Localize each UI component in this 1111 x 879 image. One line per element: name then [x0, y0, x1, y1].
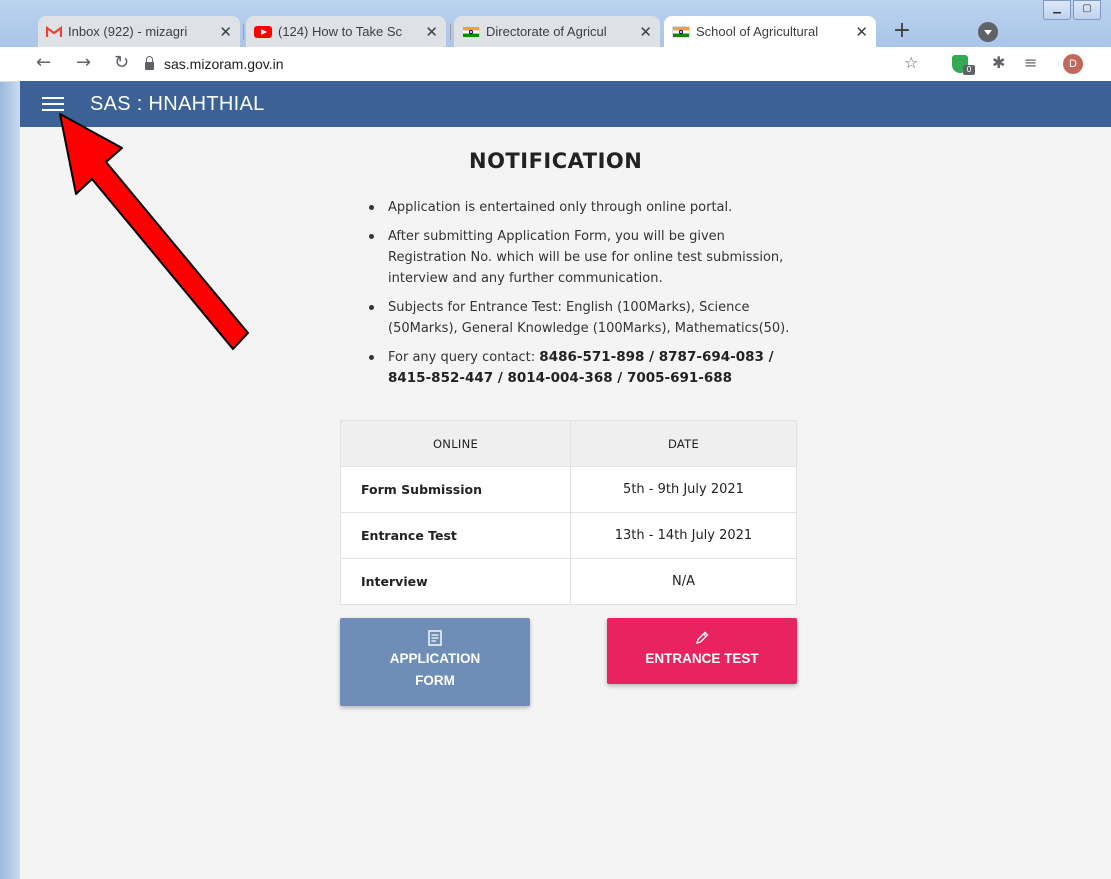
- window-controls: ▁ ▢: [1041, 0, 1101, 20]
- lock-icon[interactable]: [145, 56, 154, 70]
- column-header-online: ONLINE: [340, 420, 571, 467]
- new-tab-button[interactable]: +: [888, 18, 916, 46]
- tab-directorate[interactable]: Directorate of Agricul ✕: [454, 16, 660, 47]
- tab-title: Inbox (922) - mizagri: [68, 24, 188, 39]
- list-item-contact: For any query contact: 8486-571-898 / 87…: [365, 347, 805, 389]
- tab-school-agricultural[interactable]: School of Agricultural ✕: [664, 16, 876, 47]
- table-row: Entrance Test 13th - 14th July 2021: [340, 512, 797, 559]
- close-tab-icon[interactable]: ✕: [855, 23, 868, 41]
- row-date: N/A: [570, 558, 797, 605]
- close-tab-icon[interactable]: ✕: [425, 23, 438, 41]
- list-item: Application is entertained only through …: [365, 197, 805, 218]
- tab-search-icon[interactable]: [978, 22, 998, 42]
- youtube-icon: [254, 25, 272, 38]
- tab-title: Directorate of Agricul: [486, 24, 607, 39]
- india-flag-icon: [672, 25, 690, 38]
- close-tab-icon[interactable]: ✕: [639, 23, 652, 41]
- tab-separator: [450, 24, 451, 40]
- tab-separator: [243, 24, 244, 40]
- url-text[interactable]: sas.mizoram.gov.in: [164, 56, 284, 72]
- india-flag-icon: [462, 25, 480, 38]
- tab-gmail[interactable]: Inbox (922) - mizagri ✕: [38, 16, 240, 47]
- red-arrow-annotation: [59, 113, 249, 350]
- row-date: 13th - 14th July 2021: [570, 512, 797, 559]
- media-queue-icon[interactable]: ≡: [1024, 53, 1037, 72]
- close-tab-icon[interactable]: ✕: [219, 23, 232, 41]
- table-header-row: ONLINE DATE: [340, 420, 797, 467]
- tab-youtube[interactable]: (124) How to Take Sc ✕: [246, 16, 446, 47]
- minimize-icon[interactable]: ▁: [1043, 0, 1071, 20]
- row-label: Entrance Test: [340, 512, 571, 559]
- column-header-date: DATE: [570, 420, 797, 467]
- list-item: After submitting Application Form, you w…: [365, 226, 805, 289]
- pen-icon: [695, 631, 709, 645]
- extensions-puzzle-icon[interactable]: ✱: [992, 53, 1005, 72]
- back-icon[interactable]: ←: [36, 52, 51, 73]
- extension-badge: 0: [963, 65, 975, 75]
- bookmark-star-icon[interactable]: ☆: [904, 53, 918, 72]
- tab-title: (124) How to Take Sc: [278, 24, 403, 39]
- contact-prefix: For any query contact:: [388, 350, 540, 365]
- table-row: Interview N/A: [340, 558, 797, 605]
- forward-icon[interactable]: →: [76, 52, 91, 73]
- browser-toolbar: ← → ↻ sas.mizoram.gov.in ☆ 0 ✱ ≡ D: [0, 47, 1111, 82]
- form-document-icon: [428, 630, 442, 646]
- os-window-edge: [0, 0, 20, 879]
- notification-list: Application is entertained only through …: [365, 197, 805, 397]
- tab-title: School of Agricultural: [696, 24, 819, 39]
- schedule-table: ONLINE DATE Form Submission 5th - 9th Ju…: [340, 420, 797, 605]
- browser-tabstrip: Inbox (922) - mizagri ✕ (124) How to Tak…: [0, 0, 1111, 47]
- button-label: FORM: [415, 673, 455, 688]
- table-row: Form Submission 5th - 9th July 2021: [340, 466, 797, 513]
- row-label: Interview: [340, 558, 571, 605]
- row-label: Form Submission: [340, 466, 571, 513]
- button-label: ENTRANCE TEST: [645, 651, 759, 666]
- button-label: APPLICATION: [389, 651, 481, 666]
- notification-heading: NOTIFICATION: [469, 149, 643, 173]
- gmail-icon: [46, 25, 62, 37]
- address-bar[interactable]: sas.mizoram.gov.in: [145, 52, 935, 76]
- profile-avatar[interactable]: D: [1063, 54, 1083, 74]
- maximize-icon[interactable]: ▢: [1073, 0, 1101, 20]
- entrance-test-button[interactable]: ENTRANCE TEST: [607, 618, 797, 684]
- list-item: Subjects for Entrance Test: English (100…: [365, 297, 805, 339]
- row-date: 5th - 9th July 2021: [570, 466, 797, 513]
- application-form-button[interactable]: APPLICATION FORM: [340, 618, 530, 706]
- reload-icon[interactable]: ↻: [114, 52, 129, 73]
